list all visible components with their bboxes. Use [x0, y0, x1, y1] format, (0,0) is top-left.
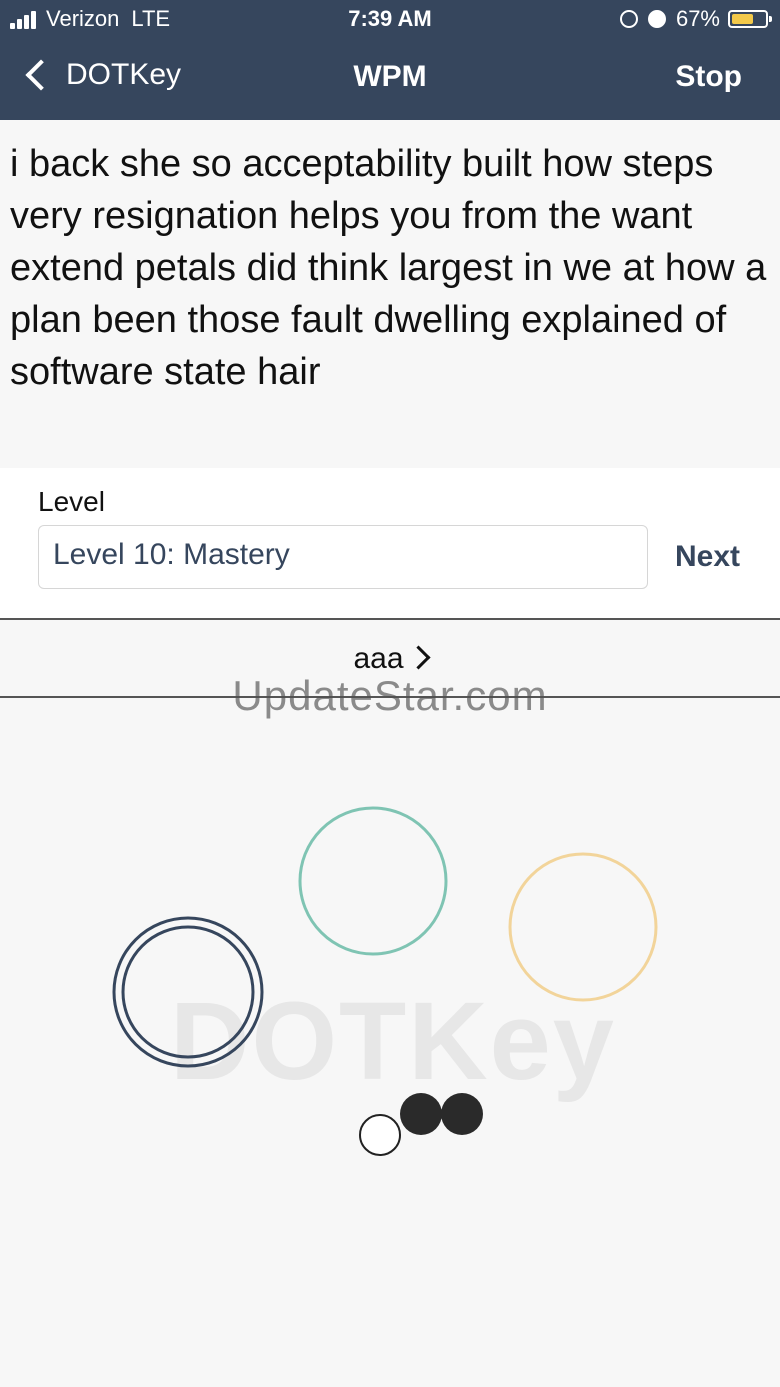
key-teal-ring[interactable]: [298, 806, 448, 956]
status-right: 67%: [619, 6, 772, 32]
orientation-lock-icon: [619, 10, 638, 28]
battery-fill: [732, 14, 753, 24]
battery-tip: [769, 16, 772, 22]
battery-icon: [728, 10, 772, 28]
nav-bar: DOTKey WPM Stop: [0, 40, 780, 120]
chevron-right-icon: [406, 645, 431, 670]
prompt-text: i back she so acceptability built how st…: [10, 143, 767, 393]
dot-filled-2: [441, 1093, 483, 1135]
level-panel: Level Level 10: Mastery Next: [0, 468, 780, 620]
nav-title: WPM: [353, 60, 427, 93]
sequence-display: aaa: [0, 642, 780, 676]
key-yellow-ring[interactable]: [508, 852, 658, 1002]
level-select[interactable]: Level 10: Mastery: [38, 525, 648, 589]
battery-percent: 67%: [675, 6, 720, 31]
stop-button[interactable]: Stop: [675, 60, 742, 94]
next-button[interactable]: Next: [675, 540, 740, 574]
keypad: DOTKey: [0, 698, 780, 1387]
key-dark-ring[interactable]: [112, 916, 264, 1068]
sequence-text: aaa: [353, 642, 404, 675]
alarm-icon: [647, 10, 666, 28]
dot-empty: [359, 1114, 401, 1156]
status-bar: Verizon LTE 7:39 AM 67%: [0, 0, 780, 40]
keypad-svg: [112, 806, 658, 1156]
prompt-area: i back she so acceptability built how st…: [0, 120, 780, 468]
dot-filled-1: [400, 1093, 442, 1135]
level-label: Level: [38, 486, 105, 517]
